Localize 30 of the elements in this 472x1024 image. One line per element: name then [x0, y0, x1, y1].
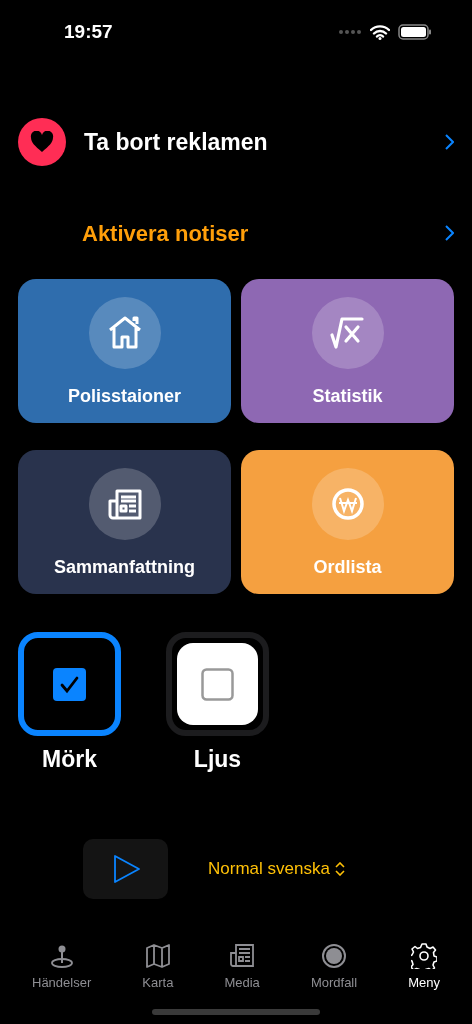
- checked-checkbox-icon: [53, 667, 86, 701]
- dark-theme-option[interactable]: [18, 632, 121, 736]
- settings-icon: [411, 942, 438, 969]
- tab-bar-item[interactable]: Media: [224, 942, 260, 992]
- wifi-icon: [370, 24, 390, 40]
- empty-checkbox-icon: [201, 667, 234, 701]
- newspaper-icon: [229, 942, 256, 969]
- status-time: 19:57: [64, 19, 113, 44]
- voice-picker[interactable]: Normal svenska: [208, 855, 345, 882]
- play-icon: [111, 854, 140, 883]
- chevron-right-icon: [444, 225, 454, 241]
- notifications-row[interactable]: Aktivera notiser: [0, 218, 472, 248]
- signal-icon: [338, 29, 362, 35]
- tab-bar-item[interactable]: Karta: [142, 942, 174, 992]
- light-theme-option[interactable]: [166, 632, 269, 736]
- play-button[interactable]: [83, 838, 168, 899]
- up-down-chevron-icon: [334, 861, 345, 876]
- map-icon: [144, 942, 171, 969]
- tab-bar-item[interactable]: Meny: [408, 942, 440, 992]
- battery-icon: [398, 24, 432, 40]
- menu-tile[interactable]: Statistik: [241, 279, 454, 423]
- tab-bar-item[interactable]: Mordfall: [310, 942, 358, 992]
- record-icon: [321, 942, 348, 969]
- chevron-right-icon: [444, 134, 454, 150]
- theme-label: Ljus: [193, 745, 242, 774]
- theme-label: Mörk: [42, 745, 97, 774]
- tab-bar-item[interactable]: Händelser: [32, 942, 92, 992]
- remove-ads-row[interactable]: Ta bort reklamen: [0, 116, 472, 168]
- menu-tile[interactable]: Sammanfattning: [18, 450, 231, 594]
- menu-tile[interactable]: Polisstaioner: [18, 279, 231, 423]
